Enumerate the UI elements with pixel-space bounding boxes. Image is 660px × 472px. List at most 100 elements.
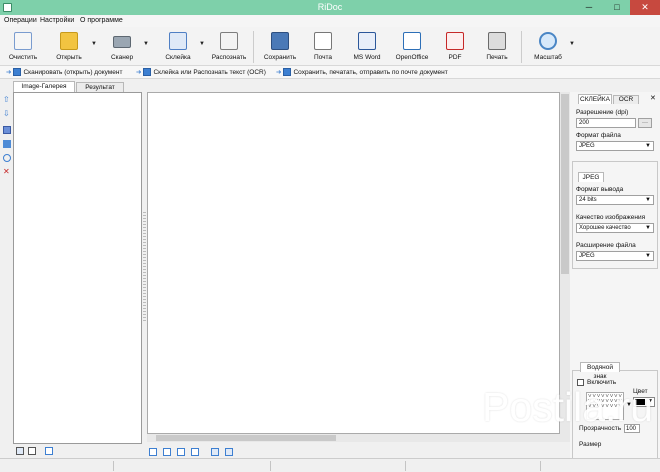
output-format-select[interactable]: 24 bits ▼ <box>576 195 654 205</box>
window-title: RiDoc <box>317 2 343 12</box>
delete-icon[interactable]: ✕ <box>3 168 11 176</box>
tab-watermark[interactable]: Водяной знак <box>580 362 620 380</box>
recognize-label: Распознать <box>211 54 247 61</box>
resolution-label: Разрешение (dpi) <box>576 109 629 116</box>
print-button[interactable]: Печать <box>480 30 514 64</box>
open-dropdown-icon[interactable]: ▼ <box>91 41 97 47</box>
close-button[interactable]: ✕ <box>630 0 660 15</box>
zoom-dropdown-icon[interactable]: ▼ <box>569 41 575 47</box>
image-gallery-panel[interactable] <box>13 92 142 444</box>
left-toolstrip: ⇧ ⇩ ✕ <box>0 92 13 442</box>
chevron-down-icon: ▼ <box>645 225 651 231</box>
deselect-checkbox[interactable] <box>28 447 36 455</box>
file-format-select[interactable]: JPEG ▼ <box>576 141 654 151</box>
zoom-label: Масштаб <box>534 54 562 61</box>
step-ocr-label: Склейка или Распознать текст (OCR) <box>153 69 266 76</box>
step-2-icon <box>143 68 152 77</box>
file-format-value: JPEG <box>579 143 595 149</box>
open-label: Открыть <box>56 54 82 61</box>
splitter-grip[interactable] <box>143 212 146 322</box>
magnifier-icon <box>539 32 557 50</box>
folder-open-icon <box>60 32 78 50</box>
pdf-button[interactable]: PDF <box>440 30 470 64</box>
step-ocr-link[interactable]: ➔ Склейка или Распознать текст (OCR) <box>136 68 266 77</box>
move-up-icon[interactable]: ⇧ <box>3 96 11 104</box>
menu-settings[interactable]: Настройки <box>40 17 74 24</box>
output-format-label: Формат вывода <box>576 186 624 193</box>
clear-label: Очистить <box>8 54 38 61</box>
glue-dropdown-icon[interactable]: ▼ <box>199 41 205 47</box>
rotate-icon[interactable] <box>3 154 11 162</box>
menu-about[interactable]: О программе <box>80 17 123 24</box>
image-quality-value: Хорошее качество <box>579 225 631 231</box>
maximize-button[interactable]: □ <box>604 0 630 15</box>
chevron-down-icon: ▼ <box>645 197 651 203</box>
output-format-value: 24 bits <box>579 197 597 203</box>
menu-bar: Операции Настройки О программе <box>0 15 660 27</box>
gallery-controls <box>13 445 142 456</box>
tab-image-gallery[interactable]: Image-Галерея <box>13 81 75 92</box>
view-mode-2-icon[interactable] <box>163 448 171 456</box>
image-view-area[interactable] <box>147 92 560 434</box>
view-mode-4-icon[interactable] <box>191 448 199 456</box>
panel-close-icon[interactable]: ✕ <box>650 94 656 102</box>
tab-result[interactable]: Результат <box>76 82 124 92</box>
printer-icon <box>488 32 506 50</box>
steps-bar: ➔ Сканировать (открыть) документ ➔ Склейка… <box>0 66 660 79</box>
vertical-scroll-thumb[interactable] <box>561 94 569 274</box>
resolution-input[interactable]: 200 <box>576 118 636 128</box>
step-1-icon <box>13 68 22 77</box>
arrow-right-icon: ➔ <box>136 69 142 76</box>
status-separator <box>270 461 271 471</box>
scanner-label: Сканер <box>110 54 134 61</box>
mail-icon <box>314 32 332 50</box>
view-mode-1-icon[interactable] <box>149 448 157 456</box>
file-ext-select[interactable]: JPEG ▼ <box>576 251 654 261</box>
move-down-icon[interactable]: ⇩ <box>3 110 11 118</box>
scanner-button[interactable]: Сканер <box>103 30 141 64</box>
image-quality-label: Качество изображения <box>576 214 646 221</box>
arrow-right-icon: ➔ <box>276 69 282 76</box>
pdf-label: PDF <box>448 54 462 61</box>
step-scan-link[interactable]: ➔ Сканировать (открыть) документ <box>6 68 123 77</box>
save-label: Сохранить <box>263 54 297 61</box>
mail-button[interactable]: Почта <box>306 30 340 64</box>
msword-button[interactable]: MS Word <box>348 30 386 64</box>
page-icon[interactable] <box>3 126 11 134</box>
status-separator <box>113 461 114 471</box>
step-scan-label: Сканировать (открыть) документ <box>23 69 123 76</box>
step-save-link[interactable]: ➔ Сохранить, печатать, отправить по почте… <box>276 68 448 77</box>
view-controls <box>147 447 247 457</box>
glue-button[interactable]: Склейка <box>159 30 197 64</box>
step-3-icon <box>283 68 292 77</box>
tab-jpeg[interactable]: JPEG <box>578 172 604 182</box>
recognize-button[interactable]: Распознать <box>209 30 249 64</box>
view-mode-3-icon[interactable] <box>177 448 185 456</box>
tab-glue[interactable]: СКЛЕЙКА <box>578 94 612 104</box>
status-separator <box>405 461 406 471</box>
file-format-label: Формат файла <box>576 132 621 139</box>
status-separator <box>540 461 541 471</box>
open-button[interactable]: Открыть <box>50 30 88 64</box>
arrow-right-icon: ➔ <box>6 69 12 76</box>
zoom-out-icon[interactable] <box>225 448 233 456</box>
menu-operations[interactable]: Операции <box>4 17 37 24</box>
scanner-dropdown-icon[interactable]: ▼ <box>143 41 149 47</box>
select-all-checkbox[interactable] <box>16 447 24 455</box>
openoffice-button[interactable]: OpenOffice <box>390 30 434 64</box>
zoom-button[interactable]: Масштаб <box>530 30 566 64</box>
minimize-button[interactable]: ─ <box>576 0 602 15</box>
word-icon <box>358 32 376 50</box>
scanner-icon <box>113 36 131 48</box>
chevron-down-icon: ▼ <box>645 253 651 259</box>
save-button[interactable]: Сохранить <box>259 30 301 64</box>
list-view-icon[interactable] <box>45 447 53 455</box>
pdf-icon <box>446 32 464 50</box>
resolution-more-button[interactable]: ··· <box>638 118 652 128</box>
image-quality-select[interactable]: Хорошее качество ▼ <box>576 223 654 233</box>
tab-ocr[interactable]: OCR <box>613 95 639 104</box>
horizontal-scroll-thumb[interactable] <box>156 435 336 441</box>
clear-button[interactable]: Очистить <box>4 30 42 64</box>
zoom-in-icon[interactable] <box>211 448 219 456</box>
image-icon[interactable] <box>3 140 11 148</box>
